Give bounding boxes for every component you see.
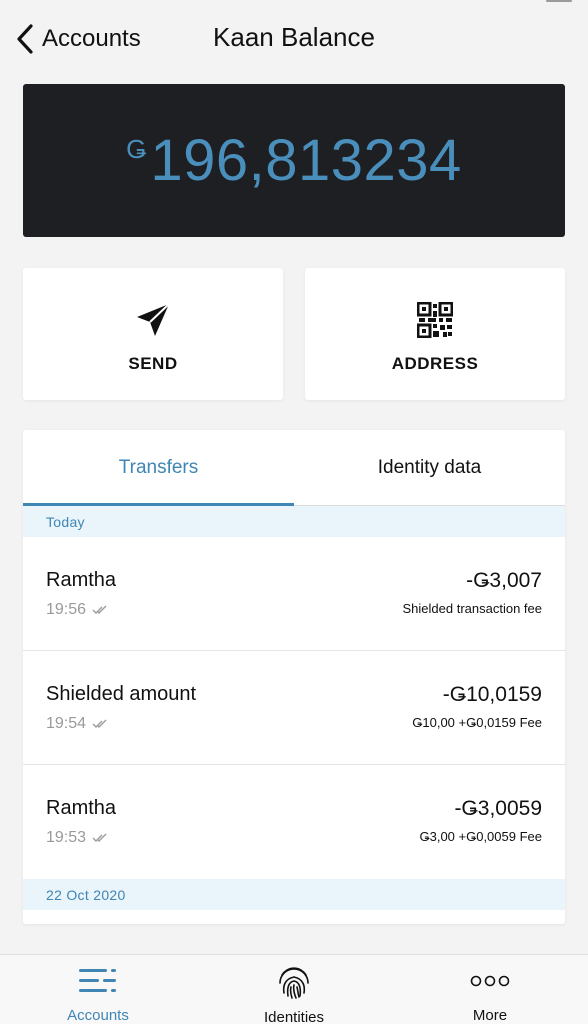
send-button[interactable]: SEND	[23, 268, 283, 400]
address-button[interactable]: ADDRESS	[305, 268, 565, 400]
accounts-list-icon	[79, 965, 117, 997]
nav-more-label: More	[472, 1007, 508, 1024]
transaction-note: Ǥ10,00 +Ǥ0,0159 Fee	[412, 715, 542, 730]
transaction-amount: -Ǥ3,0059	[454, 797, 542, 820]
send-icon	[135, 302, 171, 338]
nav-accounts[interactable]: Accounts	[0, 955, 196, 1024]
transaction-time: 19:56	[46, 601, 108, 619]
transaction-time-text: 19:56	[46, 601, 87, 618]
address-label: ADDRESS	[391, 354, 479, 373]
balance-card: Ǥ 196,813234	[23, 84, 565, 237]
transaction-name: Ramtha	[46, 797, 117, 819]
nav-more[interactable]: More	[392, 955, 588, 1024]
tab-identity-data[interactable]: Identity data	[294, 430, 565, 505]
nav-identities[interactable]: Identities	[196, 955, 392, 1024]
double-check-icon	[92, 833, 107, 842]
balance-amount: 196,813234	[150, 127, 462, 193]
transaction-time: 19:53	[46, 829, 108, 847]
transaction-amount: -Ǥ3,007	[466, 569, 542, 592]
top-bar: Accounts Kaan Balance	[0, 0, 588, 76]
more-dots-icon	[470, 965, 510, 997]
transaction-row[interactable]: Ramtha 19:56 -Ǥ3,007 Shielded transactio…	[23, 537, 565, 651]
transaction-time-text: 19:54	[46, 715, 87, 732]
bottom-nav: Accounts Identities More	[0, 954, 588, 1024]
tab-bar: Transfers Identity data	[23, 430, 565, 506]
nav-accounts-label: Accounts	[67, 1007, 129, 1024]
double-check-icon	[92, 605, 107, 614]
qr-code-icon	[417, 302, 453, 338]
transaction-name: Shielded amount	[46, 683, 197, 705]
transaction-note: Ǥ3,00 +Ǥ0,0059 Fee	[419, 829, 542, 844]
transaction-row[interactable]: Shielded amount 19:54 -Ǥ10,0159 Ǥ10,00 +…	[23, 651, 565, 765]
transaction-row[interactable]: Ramtha 19:53 -Ǥ3,0059 Ǥ3,00 +Ǥ0,0059 Fee	[23, 765, 565, 879]
page-title: Kaan Balance	[0, 22, 588, 53]
double-check-icon	[92, 719, 107, 728]
transaction-note: Shielded transaction fee	[402, 601, 542, 616]
nav-identities-label: Identities	[263, 1009, 325, 1024]
page-title-text: Kaan Balance	[213, 22, 375, 52]
date-header: 22 Oct 2020	[23, 879, 565, 910]
balance-currency-symbol: Ǥ	[126, 133, 147, 164]
transaction-amount: -Ǥ10,0159	[442, 683, 542, 706]
transaction-time: 19:54	[46, 715, 108, 733]
transaction-name: Ramtha	[46, 569, 117, 591]
transactions-panel: Transfers Identity data Today Ramtha 19:…	[23, 430, 565, 924]
active-tab-indicator	[23, 503, 294, 506]
date-header: Today	[23, 506, 565, 537]
tab-transfers[interactable]: Transfers	[23, 430, 294, 505]
send-label: SEND	[128, 354, 178, 373]
transaction-time-text: 19:53	[46, 829, 87, 846]
fingerprint-icon	[278, 965, 310, 999]
